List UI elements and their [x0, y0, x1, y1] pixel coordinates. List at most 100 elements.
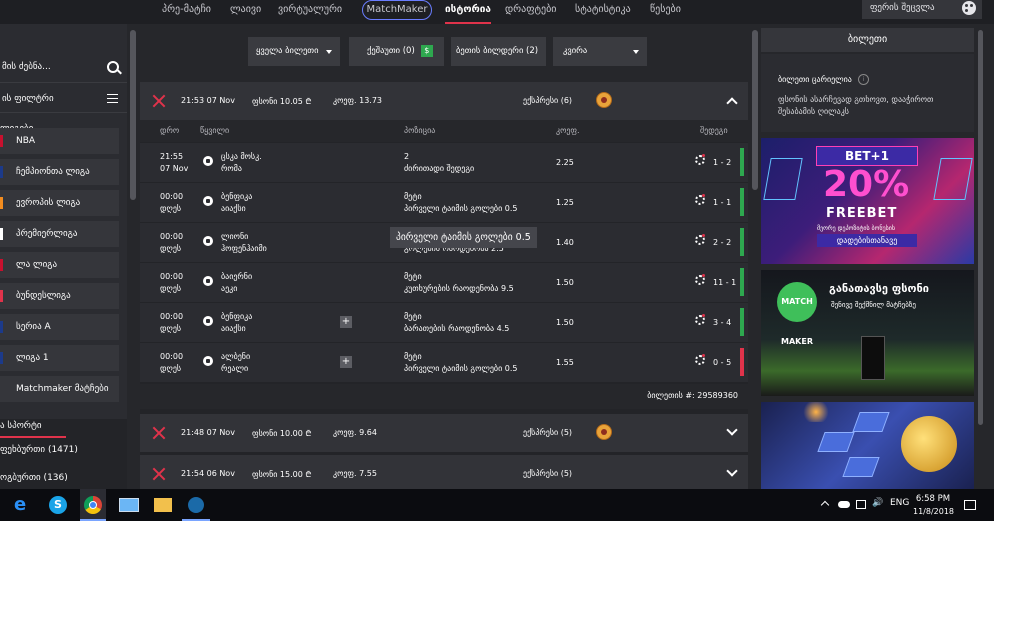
- cashout-button[interactable]: ქეშაუთი (0) $: [349, 37, 444, 66]
- sidebar-league-item[interactable]: ევროპის ლიგა: [0, 190, 119, 216]
- freebet-banner[interactable]: BET+1 20% FREEBET მეორე დეპოზიტის ბონუსი…: [761, 138, 974, 264]
- browser-screen: პრე-მატჩი ლაივი ვირტუალური MatchMaker ის…: [0, 0, 994, 521]
- sidebar-league-item[interactable]: ლიგა 1: [0, 345, 119, 371]
- chevron-up-icon[interactable]: [726, 97, 738, 109]
- file-explorer-icon[interactable]: [154, 498, 172, 512]
- row-team-away: აიაქსი: [221, 204, 246, 213]
- notifications-icon[interactable]: [964, 500, 976, 510]
- network-icon[interactable]: [856, 500, 866, 509]
- clock-time[interactable]: 6:58 PM: [915, 494, 951, 504]
- sidebar-league-item[interactable]: Matchmaker მატჩები: [0, 376, 119, 402]
- nav-drafts[interactable]: დრაფტები: [505, 0, 556, 22]
- edge-icon[interactable]: e: [14, 495, 34, 515]
- nav-rules[interactable]: წესები: [650, 0, 681, 22]
- nav-history[interactable]: ისტორია: [445, 0, 491, 24]
- sidebar-league-item[interactable]: ბუნდესლიგა: [0, 283, 119, 309]
- league-label: Matchmaker მატჩები: [16, 384, 109, 394]
- league-label: სერია A: [16, 322, 51, 332]
- wheel-icon[interactable]: [596, 424, 612, 440]
- chevron-down-icon[interactable]: [726, 465, 738, 477]
- sidebar-league-item[interactable]: NBA: [0, 128, 119, 154]
- table-row[interactable]: 00:00 დღეს ბენფიკა აიაქსი მეტი პირველი ტაიმის…: [140, 182, 748, 222]
- search-icon[interactable]: [107, 61, 119, 73]
- sidebar-league-item[interactable]: ლა ლიგა: [0, 252, 119, 278]
- table-row[interactable]: 21:55 07 Nov ცსკა მოსკ. რომა 2 ძირითადი შედეგ…: [140, 142, 748, 182]
- flag-icon: [0, 321, 3, 333]
- position-tooltip: პირველი ტაიმის გოლები 0.5: [390, 227, 537, 248]
- clock-date[interactable]: 11/8/2018: [913, 507, 954, 516]
- table-row[interactable]: 00:00 დღეს ბაიერნი აეკი მეტი კუთხურების რაოდე…: [140, 262, 748, 302]
- change-color-button[interactable]: ფერის შეცვლა: [862, 0, 982, 19]
- this-pc-icon[interactable]: [119, 498, 139, 512]
- table-row[interactable]: 00:00 დღეს ბენფიკა აიაქსი + მეტი ბარათების რაო…: [140, 302, 748, 342]
- row-time: 00:00: [160, 192, 184, 201]
- lost-x-icon: [152, 426, 166, 440]
- match-clock-icon: [695, 194, 705, 205]
- row-score: 2 - 2: [713, 238, 732, 247]
- row-score: 1 - 1: [713, 198, 732, 207]
- info-icon[interactable]: i: [857, 74, 869, 85]
- nav-virtual[interactable]: ვირტუალური: [278, 0, 342, 22]
- banner-percent: 20%: [823, 164, 910, 205]
- result-status-bar: [740, 228, 744, 256]
- row-team-away: რეალი: [221, 364, 249, 373]
- all-tickets-dropdown[interactable]: ყველა ბილეთი: [248, 37, 340, 66]
- nav-statistics[interactable]: სტატისტიკა: [575, 0, 631, 22]
- matchmaker-banner[interactable]: MATCH MAKER განათავსე ფსონი შენივე შექმნ…: [761, 270, 974, 396]
- sidebar-league-item[interactable]: სერია A: [0, 314, 119, 340]
- date-dropdown[interactable]: კვირა: [553, 37, 647, 66]
- match-clock-icon: [695, 274, 705, 285]
- chrome-icon[interactable]: [84, 496, 102, 514]
- flag-icon: [0, 197, 3, 209]
- volume-icon[interactable]: 🔊: [872, 498, 883, 508]
- bet-header[interactable]: 21:48 07 Nov ფსონი 10.00 ₾ კოეფ. 9.64 ექ…: [140, 414, 748, 452]
- steam-icon[interactable]: [188, 497, 204, 513]
- plus-icon[interactable]: +: [340, 356, 352, 368]
- row-coef: 1.40: [556, 238, 574, 247]
- bet-coef: კოეფ. 7.55: [333, 469, 377, 478]
- sidebar-league-item[interactable]: პრემიერლიგა: [0, 221, 119, 247]
- plus-icon[interactable]: +: [340, 316, 352, 328]
- nav-live[interactable]: ლაივი: [230, 0, 261, 22]
- sliders-icon[interactable]: [107, 94, 118, 103]
- sidebar-filter[interactable]: ის ფილტრი: [0, 86, 127, 113]
- chevron-down-icon: [326, 50, 332, 54]
- nav-prematch[interactable]: პრე-მატჩი: [162, 0, 211, 22]
- page-scrollbar[interactable]: [978, 30, 983, 425]
- table-row[interactable]: 00:00 დღეს ალბენი რეალი + მეტი პირველი ტაიმის …: [140, 342, 748, 382]
- bet-header[interactable]: 21:54 06 Nov ფსონი 15.00 ₾ კოეფ. 7.55 ექ…: [140, 455, 748, 489]
- nav-matchmaker[interactable]: MatchMaker: [362, 0, 432, 20]
- ticket-id: ბილეთის #: 29589360: [647, 391, 738, 400]
- row-pick: მეტი: [404, 352, 422, 361]
- bet-stake: ფსონი 15.00 ₾: [252, 470, 312, 479]
- wheel-icon[interactable]: [596, 92, 612, 108]
- main-scrollbar[interactable]: [752, 30, 758, 190]
- sidebar-league-item[interactable]: ჩემპიონთა ლიგა: [0, 159, 119, 185]
- football-icon: [203, 356, 213, 366]
- coin-banner[interactable]: [761, 402, 974, 489]
- bet-time: 21:53 07 Nov: [181, 96, 235, 105]
- chevron-up-icon[interactable]: [820, 500, 830, 510]
- decor-cube: [933, 158, 973, 200]
- onedrive-icon[interactable]: [838, 501, 850, 508]
- ticket-id-bar: ბილეთის #: 29589360: [140, 384, 748, 409]
- bet-builder-button[interactable]: ბეთის ბილდერი (2): [451, 37, 546, 66]
- chevron-down-icon[interactable]: [726, 424, 738, 436]
- sport-football[interactable]: ფეხბურთი (1471): [0, 445, 78, 455]
- skype-icon[interactable]: S: [49, 496, 67, 514]
- language-indicator[interactable]: ENG: [890, 498, 909, 508]
- football-icon: [203, 196, 213, 206]
- bet-header[interactable]: 21:53 07 Nov ფსონი 10.05 ₾ კოეფ. 13.73 ე…: [140, 82, 748, 120]
- row-team-home: ლიონი: [221, 232, 249, 241]
- bet-time: 21:48 07 Nov: [181, 428, 235, 437]
- sport-basketball[interactable]: ოგბურთი (136): [0, 473, 68, 483]
- sidebar-scrollbar[interactable]: [130, 30, 136, 200]
- banner-freebet: FREEBET: [826, 206, 898, 221]
- flag-icon: [0, 259, 3, 271]
- match-clock-icon: [695, 314, 705, 325]
- row-team-away: რომა: [221, 164, 242, 173]
- row-time: 00:00: [160, 272, 184, 281]
- sidebar-search[interactable]: მის ძებნა...: [0, 54, 127, 83]
- row-time: 00:00: [160, 312, 184, 321]
- flag-icon: [0, 228, 3, 240]
